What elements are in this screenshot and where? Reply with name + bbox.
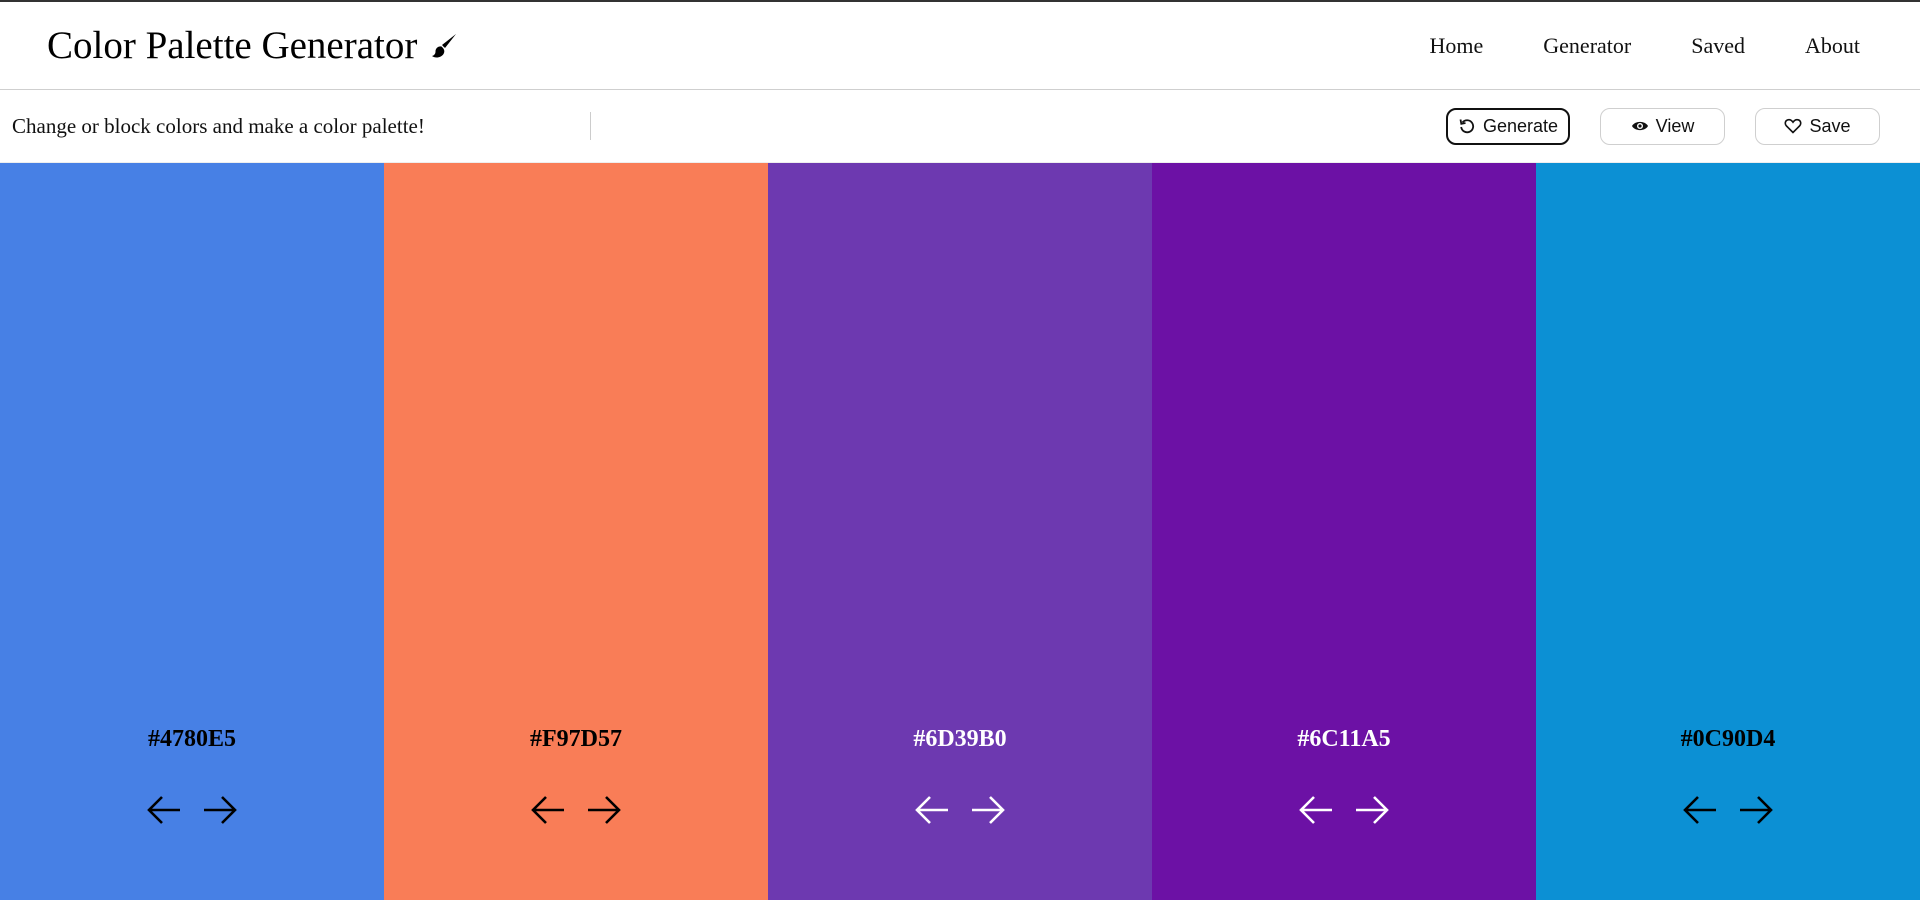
arrow-right-icon[interactable] <box>585 793 623 827</box>
view-button[interactable]: View <box>1600 107 1725 145</box>
swatch-arrows <box>1681 793 1775 827</box>
navbar: Color Palette Generator Home Generator S… <box>0 2 1920 90</box>
swatch-arrows <box>913 793 1007 827</box>
arrow-right-icon[interactable] <box>1737 793 1775 827</box>
color-swatch[interactable]: #6C11A5 <box>1152 163 1536 900</box>
arrow-left-icon[interactable] <box>145 793 183 827</box>
color-swatch[interactable]: #4780E5 <box>0 163 384 900</box>
generate-button[interactable]: Generate <box>1446 107 1570 145</box>
palette: #4780E5 #F97D57 #6D39B0 #6C11A5 #0C90D4 <box>0 163 1920 900</box>
heart-outline-icon <box>1784 118 1802 134</box>
arrow-left-icon[interactable] <box>529 793 567 827</box>
save-label: Save <box>1809 115 1851 136</box>
arrow-right-icon[interactable] <box>969 793 1007 827</box>
arrow-right-icon[interactable] <box>1353 793 1391 827</box>
nav-links: Home Generator Saved About <box>1370 33 1860 59</box>
hex-label[interactable]: #0C90D4 <box>1536 726 1920 753</box>
view-label: View <box>1655 115 1695 136</box>
color-swatch[interactable]: #F97D57 <box>384 163 768 900</box>
hex-label[interactable]: #F97D57 <box>384 726 768 753</box>
brand[interactable]: Color Palette Generator <box>47 23 459 68</box>
color-swatch[interactable]: #6D39B0 <box>768 163 1152 900</box>
app-title: Color Palette Generator <box>47 24 418 67</box>
rotate-left-icon <box>1459 119 1474 134</box>
hint-wrap: Change or block colors and make a color … <box>12 90 591 162</box>
save-button[interactable]: Save <box>1755 107 1880 145</box>
color-swatch[interactable]: #0C90D4 <box>1536 163 1920 900</box>
swatch-arrows <box>145 793 239 827</box>
arrow-left-icon[interactable] <box>913 793 951 827</box>
toolbar-actions: Generate View Save <box>1446 107 1880 145</box>
nav-link-home[interactable]: Home <box>1430 33 1484 59</box>
arrow-left-icon[interactable] <box>1681 793 1719 827</box>
swatch-arrows <box>1297 793 1391 827</box>
eye-icon <box>1631 121 1648 131</box>
nav-link-about[interactable]: About <box>1805 33 1860 59</box>
hex-label[interactable]: #6D39B0 <box>768 726 1152 753</box>
generate-label: Generate <box>1482 115 1559 136</box>
nav-link-generator[interactable]: Generator <box>1543 33 1631 59</box>
paintbrush-icon <box>429 31 459 61</box>
swatch-arrows <box>529 793 623 827</box>
arrow-left-icon[interactable] <box>1297 793 1335 827</box>
arrow-right-icon[interactable] <box>201 793 239 827</box>
toolbar: Change or block colors and make a color … <box>0 90 1920 163</box>
nav-link-saved[interactable]: Saved <box>1691 33 1745 59</box>
hex-label[interactable]: #6C11A5 <box>1152 726 1536 753</box>
instructions-text: Change or block colors and make a color … <box>12 113 425 138</box>
hex-label[interactable]: #4780E5 <box>0 726 384 753</box>
toolbar-divider <box>590 112 591 140</box>
